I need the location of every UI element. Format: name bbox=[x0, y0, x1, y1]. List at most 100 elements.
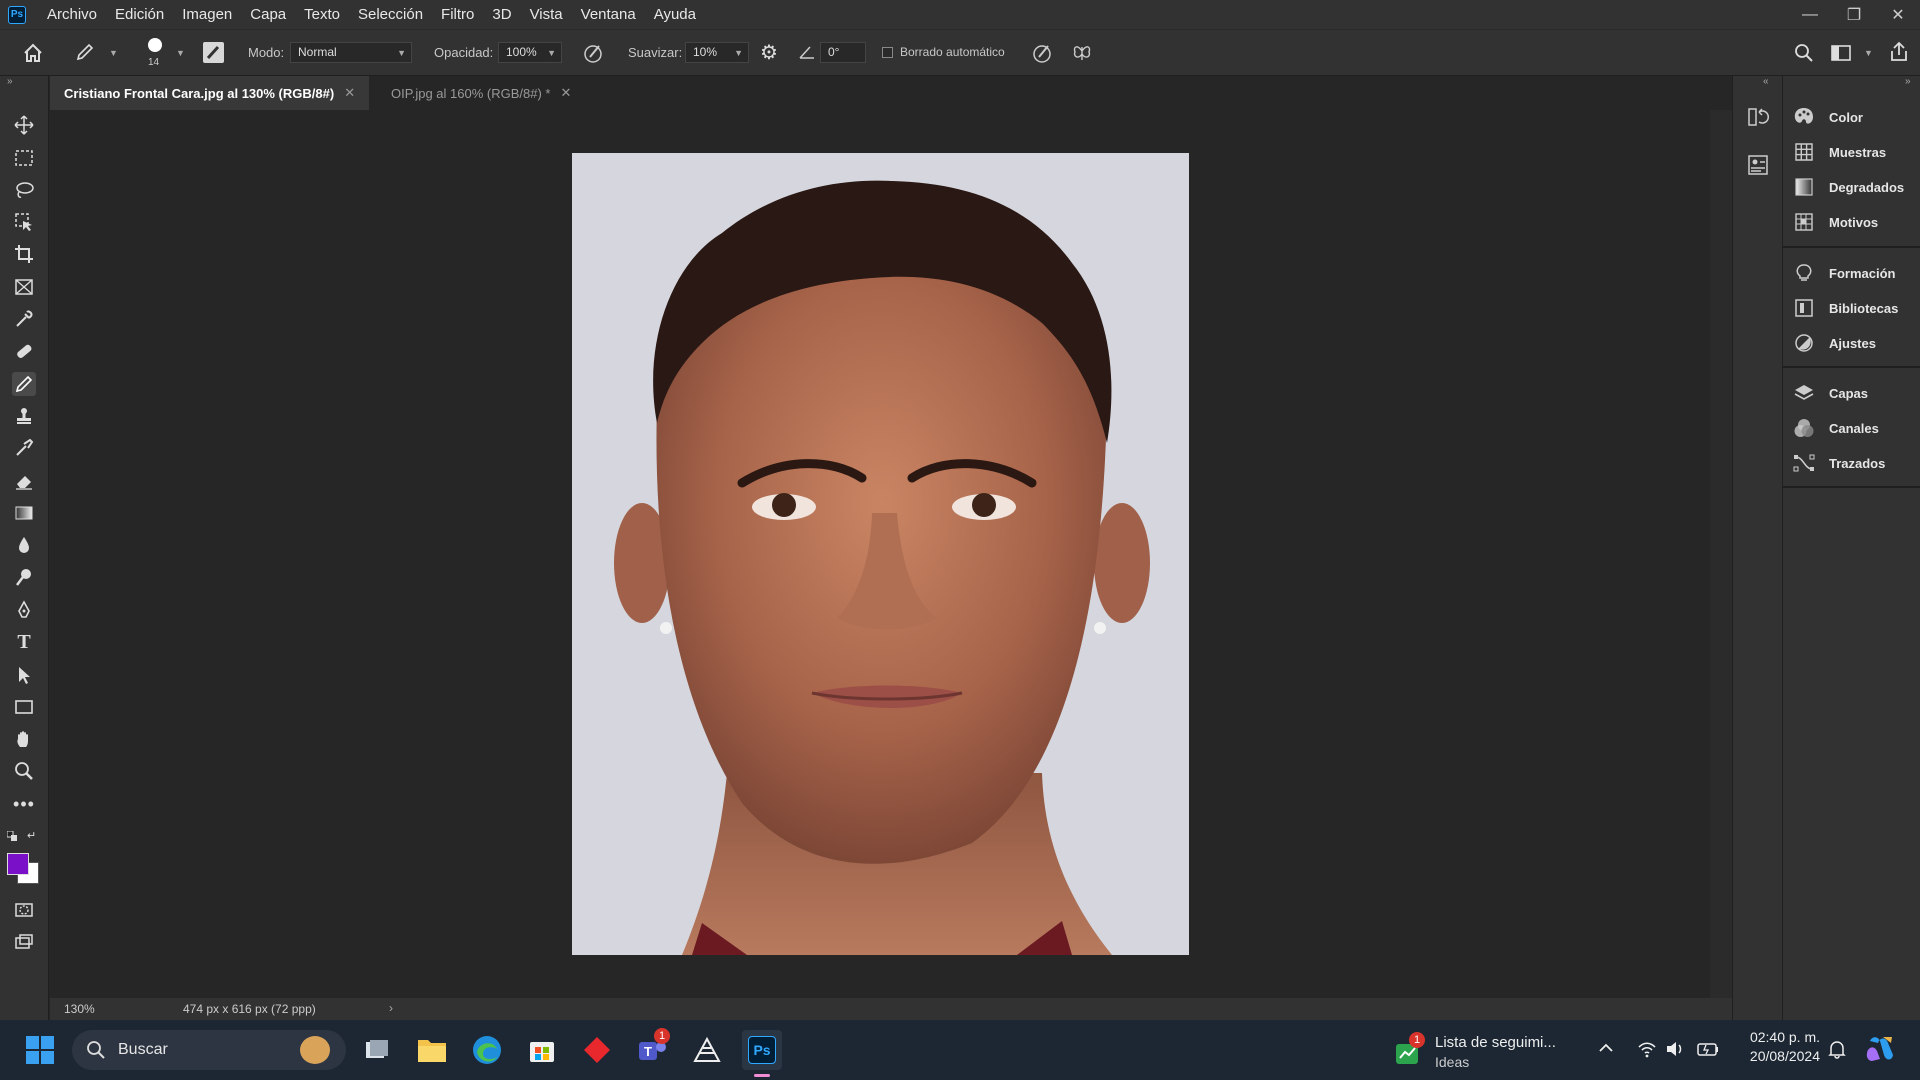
lasso-tool-icon[interactable] bbox=[12, 178, 36, 202]
watchlist-widget[interactable]: 1 Lista de seguimi... Ideas bbox=[1395, 1028, 1595, 1072]
wifi-icon[interactable] bbox=[1637, 1040, 1657, 1058]
microsoft-store-icon[interactable] bbox=[522, 1030, 562, 1070]
clock[interactable]: 02:40 p. m. 20/08/2024 bbox=[1735, 1029, 1820, 1064]
zoom-level[interactable]: 130% bbox=[64, 1002, 95, 1016]
battery-icon[interactable] bbox=[1697, 1040, 1719, 1058]
windows-start-icon[interactable] bbox=[20, 1030, 60, 1070]
close-tab-icon[interactable]: ✕ bbox=[560, 85, 571, 101]
type-tool-icon[interactable]: T bbox=[12, 630, 36, 654]
inkscape-app-icon[interactable] bbox=[687, 1030, 727, 1070]
file-explorer-icon[interactable] bbox=[412, 1030, 452, 1070]
pressure-size-icon[interactable] bbox=[1031, 42, 1053, 64]
zoom-tool-icon[interactable] bbox=[12, 759, 36, 783]
angle-field[interactable]: 0° bbox=[820, 42, 866, 63]
symmetry-butterfly-icon[interactable] bbox=[1071, 42, 1093, 64]
restore-icon[interactable]: ❐ bbox=[1832, 0, 1876, 29]
collapse-arrows-icon[interactable]: » bbox=[1905, 76, 1911, 87]
clone-stamp-tool-icon[interactable] bbox=[12, 404, 36, 428]
dodge-tool-icon[interactable] bbox=[12, 565, 36, 589]
panel-paths[interactable]: Trazados bbox=[1793, 448, 1885, 478]
search-icon[interactable] bbox=[1793, 42, 1815, 64]
vertical-scrollbar[interactable] bbox=[1710, 110, 1732, 998]
tab-oip[interactable]: OIP.jpg al 160% (RGB/8#) * ✕ bbox=[377, 76, 585, 110]
minimize-icon[interactable]: — bbox=[1788, 0, 1832, 29]
eraser-tool-icon[interactable] bbox=[12, 469, 36, 493]
foreground-color-swatch[interactable] bbox=[7, 853, 29, 875]
panel-swatches[interactable]: Muestras bbox=[1793, 137, 1886, 167]
opacity-field[interactable]: 100% ▼ bbox=[498, 42, 562, 63]
workspace-icon[interactable] bbox=[1830, 43, 1852, 63]
panel-adjustments[interactable]: Ajustes bbox=[1793, 328, 1876, 358]
mode-select[interactable]: Normal ▼ bbox=[290, 42, 412, 63]
pressure-opacity-icon[interactable] bbox=[582, 42, 604, 64]
menu-archivo[interactable]: Archivo bbox=[38, 0, 106, 29]
properties-panel-icon[interactable] bbox=[1747, 154, 1769, 176]
screen-mode-icon[interactable] bbox=[12, 930, 36, 954]
more-tools-icon[interactable]: ••• bbox=[12, 792, 36, 816]
default-colors-icon[interactable] bbox=[7, 831, 17, 841]
collapse-arrows-icon[interactable]: « bbox=[1763, 76, 1769, 87]
menu-texto[interactable]: Texto bbox=[295, 0, 349, 29]
close-icon[interactable]: ✕ bbox=[1876, 0, 1920, 29]
move-tool-icon[interactable] bbox=[12, 113, 36, 137]
panel-gradients[interactable]: Degradados bbox=[1793, 172, 1904, 202]
panel-layers[interactable]: Capas bbox=[1793, 378, 1868, 408]
panel-patterns[interactable]: Motivos bbox=[1793, 207, 1878, 237]
swap-colors-icon[interactable]: ↵ bbox=[27, 829, 36, 842]
volume-icon[interactable] bbox=[1665, 1040, 1685, 1058]
notification-bell-icon[interactable] bbox=[1827, 1039, 1847, 1059]
pencil-tool-icon[interactable] bbox=[12, 372, 36, 396]
rectangle-tool-icon[interactable] bbox=[12, 695, 36, 719]
auto-erase-checkbox[interactable] bbox=[882, 47, 893, 58]
path-selection-tool-icon[interactable] bbox=[12, 663, 36, 687]
frame-tool-icon[interactable] bbox=[12, 275, 36, 299]
menu-ayuda[interactable]: Ayuda bbox=[645, 0, 705, 29]
crop-tool-icon[interactable] bbox=[12, 242, 36, 266]
history-panel-icon[interactable] bbox=[1747, 106, 1769, 128]
share-icon[interactable] bbox=[1888, 41, 1910, 63]
taskbar-search[interactable]: Buscar bbox=[72, 1030, 346, 1070]
healing-brush-tool-icon[interactable] bbox=[12, 339, 36, 363]
menu-edicion[interactable]: Edición bbox=[106, 0, 173, 29]
marquee-tool-icon[interactable] bbox=[12, 146, 36, 170]
menu-3d[interactable]: 3D bbox=[483, 0, 520, 29]
edge-browser-icon[interactable] bbox=[467, 1030, 507, 1070]
panel-learn[interactable]: Formación bbox=[1793, 258, 1895, 288]
blur-tool-icon[interactable] bbox=[12, 533, 36, 557]
history-brush-tool-icon[interactable] bbox=[12, 436, 36, 460]
panel-channels[interactable]: Canales bbox=[1793, 413, 1879, 443]
collapse-arrows-icon[interactable]: » bbox=[7, 76, 13, 87]
panel-libraries[interactable]: Bibliotecas bbox=[1793, 293, 1898, 323]
pen-tool-icon[interactable] bbox=[12, 598, 36, 622]
chevron-down-icon[interactable]: ▼ bbox=[109, 48, 118, 58]
menu-seleccion[interactable]: Selección bbox=[349, 0, 432, 29]
document-image[interactable] bbox=[572, 153, 1189, 955]
menu-capa[interactable]: Capa bbox=[241, 0, 295, 29]
eyedropper-tool-icon[interactable] bbox=[12, 307, 36, 331]
copilot-icon[interactable] bbox=[1864, 1033, 1896, 1065]
menu-filtro[interactable]: Filtro bbox=[432, 0, 483, 29]
menu-vista[interactable]: Vista bbox=[521, 0, 572, 29]
hand-tool-icon[interactable] bbox=[12, 727, 36, 751]
pencil-tool-preset-icon[interactable] bbox=[74, 41, 96, 63]
panel-color[interactable]: Color bbox=[1793, 102, 1863, 132]
object-selection-tool-icon[interactable] bbox=[12, 210, 36, 234]
home-icon[interactable] bbox=[22, 42, 44, 64]
chevron-down-icon[interactable]: ▼ bbox=[1864, 48, 1873, 58]
chevron-down-icon[interactable]: ▼ bbox=[176, 48, 185, 58]
close-tab-icon[interactable]: ✕ bbox=[344, 85, 355, 101]
app-red-diamond-icon[interactable] bbox=[577, 1030, 617, 1070]
tab-cristiano-frontal[interactable]: Cristiano Frontal Cara.jpg al 130% (RGB/… bbox=[50, 76, 370, 110]
status-arrow-icon[interactable]: › bbox=[389, 1001, 393, 1015]
photoshop-taskbar-icon[interactable]: Ps bbox=[742, 1030, 782, 1070]
menu-ventana[interactable]: Ventana bbox=[572, 0, 645, 29]
gear-icon[interactable]: ⚙ bbox=[760, 43, 778, 63]
brush-size-picker[interactable] bbox=[148, 38, 162, 52]
chevron-up-icon[interactable] bbox=[1598, 1040, 1614, 1056]
task-view-icon[interactable] bbox=[357, 1030, 397, 1070]
smoothing-field[interactable]: 10% ▼ bbox=[685, 42, 749, 63]
menu-imagen[interactable]: Imagen bbox=[173, 0, 241, 29]
quick-mask-icon[interactable] bbox=[12, 898, 36, 922]
brush-settings-icon[interactable] bbox=[203, 42, 224, 63]
gradient-tool-icon[interactable] bbox=[12, 501, 36, 525]
